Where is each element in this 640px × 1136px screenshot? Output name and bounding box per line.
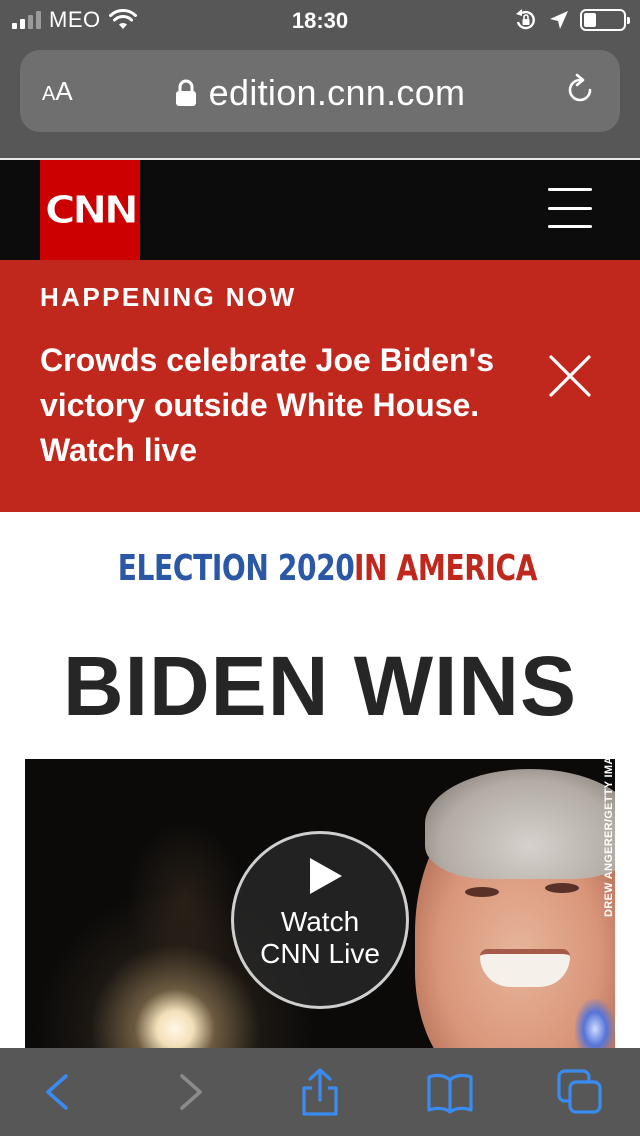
page-title[interactable]: BIDEN WINS — [0, 638, 640, 735]
play-icon — [310, 858, 342, 894]
status-icons — [514, 8, 630, 32]
watch-live-label: Watch CNN Live — [234, 906, 406, 970]
cnn-live-label: CNN Live — [260, 938, 380, 969]
portrait-hair — [425, 769, 615, 879]
banner-label: HAPPENING NOW — [40, 282, 297, 312]
url-text: edition.cnn.com — [208, 72, 466, 113]
kicker-election: ELECTION 2020 — [117, 548, 355, 589]
photo-credit: DREW ANGERER/GETTY IMAGES — [603, 759, 615, 917]
site-header: CNN — [0, 158, 640, 260]
portrait-smile — [480, 949, 570, 987]
tabs-icon[interactable] — [556, 1068, 604, 1116]
share-icon[interactable] — [296, 1068, 344, 1116]
background-light — [125, 819, 245, 979]
battery-icon — [580, 9, 630, 31]
portrait-eye — [545, 883, 579, 893]
watch-label: Watch — [280, 906, 360, 937]
url-display[interactable]: edition.cnn.com — [20, 72, 620, 114]
hamburger-menu-icon[interactable] — [548, 188, 592, 228]
browser-toolbar — [0, 1048, 640, 1136]
kicker-in-america: IN AMERICA — [354, 548, 538, 589]
address-bar[interactable]: AA edition.cnn.com — [20, 50, 620, 132]
book-icon[interactable] — [426, 1068, 474, 1116]
lock-icon — [175, 79, 196, 106]
cnn-logo[interactable]: CNN — [40, 160, 140, 260]
close-icon[interactable] — [548, 354, 592, 398]
location-icon — [550, 11, 568, 29]
live-video-player[interactable]: DREW ANGERER/GETTY IMAGES Watch CNN Live — [25, 759, 615, 1059]
logo-text: CNN — [44, 188, 139, 233]
happening-now-banner[interactable]: HAPPENING NOW Crowds celebrate Joe Biden… — [0, 260, 640, 512]
section-kicker[interactable]: ELECTION 2020IN AMERICA — [0, 548, 640, 589]
portrait-eye — [465, 887, 499, 897]
status-bar: MEO 18:30 — [0, 0, 640, 40]
forward-arrow-icon[interactable] — [166, 1068, 214, 1116]
browser-top-bar: AA edition.cnn.com — [0, 40, 640, 158]
orientation-lock-icon — [516, 9, 535, 30]
back-arrow-icon[interactable] — [34, 1068, 82, 1116]
watch-live-button[interactable]: Watch CNN Live — [231, 831, 409, 1009]
banner-headline-link[interactable]: Crowds celebrate Joe Biden's victory out… — [40, 338, 510, 473]
reload-icon[interactable] — [562, 72, 598, 108]
